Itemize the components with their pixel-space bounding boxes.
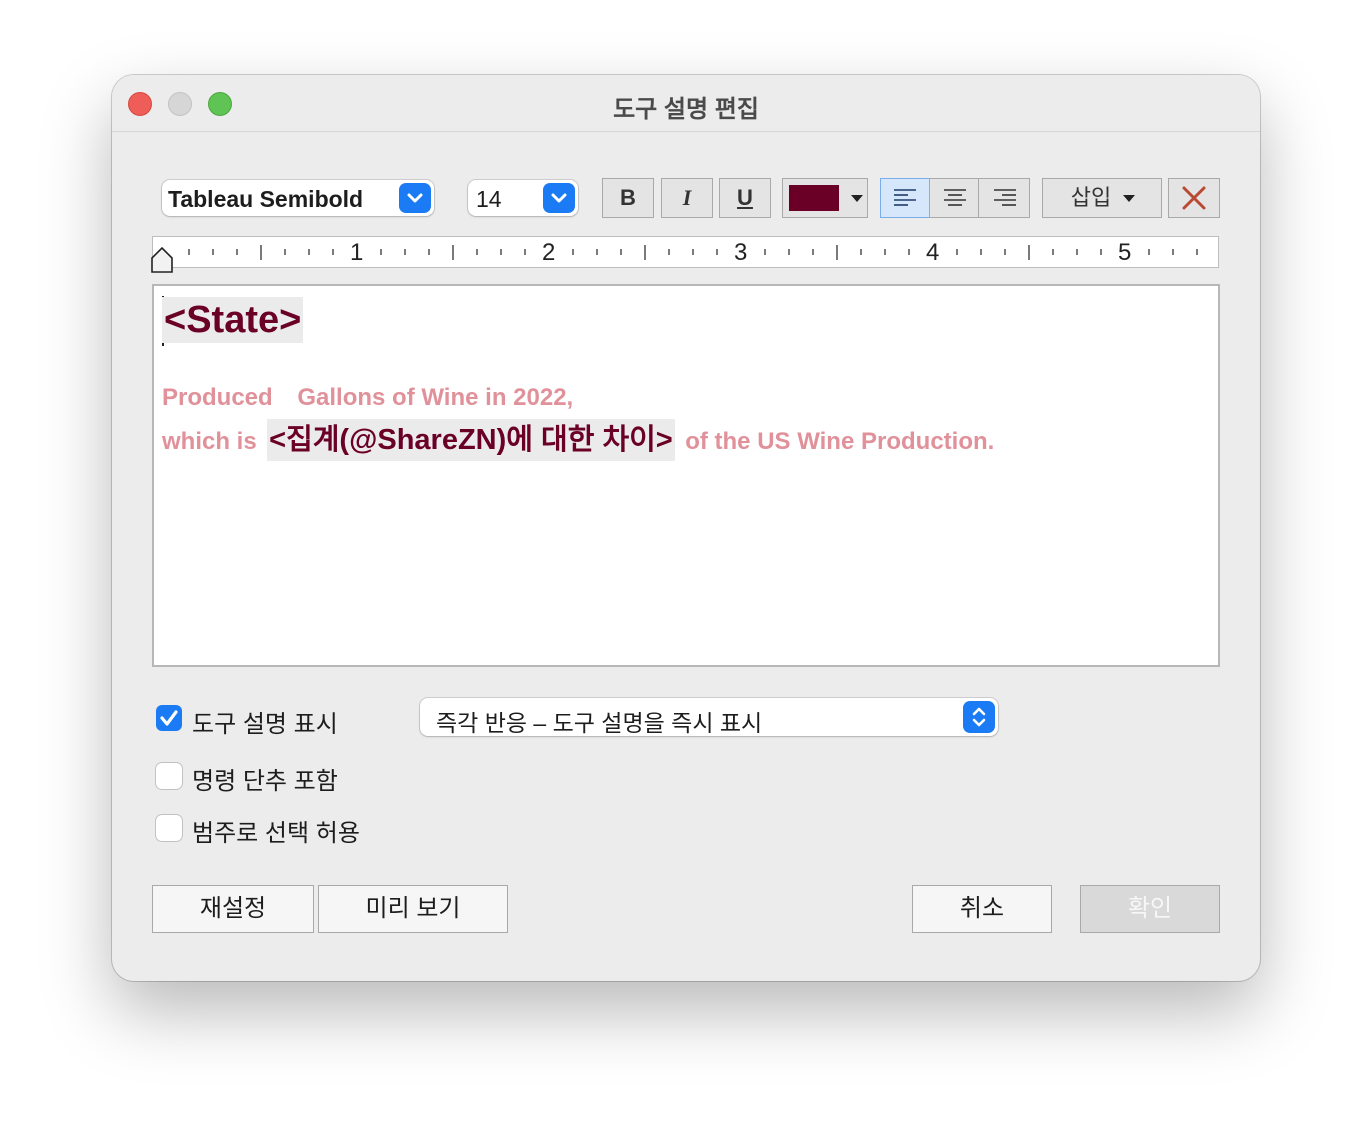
tooltip-mode-select[interactable]: 즉각 반응 – 도구 설명을 즉시 표시: [420, 698, 998, 736]
font-family-select[interactable]: Tableau Semibold: [162, 180, 434, 216]
chevron-down-icon[interactable]: [399, 183, 431, 213]
align-center-icon: [944, 189, 966, 206]
allow-category-select-checkbox[interactable]: [156, 815, 182, 841]
caret-down-icon: [851, 195, 863, 202]
align-left-icon: [894, 189, 916, 206]
cancel-button[interactable]: 취소: [912, 885, 1052, 933]
preview-label: 미리 보기: [365, 895, 461, 922]
ruler-label-3: 3: [734, 239, 748, 266]
include-commands-label[interactable]: 명령 단추 포함: [192, 761, 338, 796]
editor-line-title: <State>: [162, 294, 304, 346]
tooltip-text-editor[interactable]: <State> Produced Gallons of Wine in 2022…: [152, 284, 1220, 667]
checkmark-icon: [160, 710, 178, 726]
ruler-label-2: 2: [542, 239, 556, 266]
ruler-label-5: 5: [1118, 239, 1132, 266]
insert-label: 삽입: [1070, 185, 1112, 210]
reset-label: 재설정: [199, 895, 267, 922]
ruler-label-4: 4: [926, 239, 940, 266]
bold-button[interactable]: B: [602, 178, 654, 218]
allow-category-select-label[interactable]: 범주로 선택 허용: [192, 813, 360, 848]
align-right-icon: [994, 189, 1016, 206]
text-produced: Produced: [162, 384, 273, 411]
color-swatch: [789, 185, 839, 211]
bold-label: B: [620, 185, 636, 210]
font-size-value: 14: [476, 186, 502, 212]
text-gallons: Gallons of Wine in 2022,: [297, 384, 574, 411]
ruler-ticks: [188, 245, 1198, 260]
align-left-button[interactable]: [880, 178, 930, 218]
title-bar: 도구 설명 편집: [112, 75, 1260, 132]
preview-button[interactable]: 미리 보기: [318, 885, 508, 933]
tooltip-mode-value: 즉각 반응 – 도구 설명을 즉시 표시: [436, 710, 763, 736]
font-size-select[interactable]: 14: [468, 180, 578, 216]
chevron-down-icon[interactable]: [543, 183, 575, 213]
show-tooltip-label[interactable]: 도구 설명 표시: [192, 704, 338, 739]
underline-button[interactable]: U: [719, 178, 771, 218]
italic-label: I: [682, 185, 692, 210]
edit-tooltip-dialog: 도구 설명 편집 Tableau Semibold 14 B I U 삽입 1 …: [112, 75, 1260, 981]
text-of-us-production: of the US Wine Production.: [685, 428, 995, 455]
caret-down-icon: [1123, 195, 1135, 202]
ok-label: 확인: [1127, 895, 1173, 922]
window-title: 도구 설명 편집: [613, 96, 759, 123]
x-icon: [1182, 186, 1206, 210]
text-color-picker[interactable]: [782, 178, 868, 218]
indent-marker-icon[interactable]: [151, 247, 173, 273]
ruler: 1 2 3 4 5: [151, 236, 1219, 273]
editor-line-1: Produced Gallons of Wine in 2022,: [162, 384, 573, 412]
include-commands-checkbox[interactable]: [156, 763, 182, 789]
align-right-button[interactable]: [978, 178, 1030, 218]
share-field-chip[interactable]: <집계(@ShareZN)에 대한 차이>: [267, 419, 675, 461]
font-family-value: Tableau Semibold: [168, 186, 364, 212]
insert-menu-button[interactable]: 삽입: [1042, 178, 1162, 218]
ok-button[interactable]: 확인: [1080, 885, 1220, 933]
italic-button[interactable]: I: [661, 178, 713, 218]
reset-button[interactable]: 재설정: [152, 885, 314, 933]
editor-line-2: which is <집계(@ShareZN)에 대한 차이> of the US…: [162, 418, 994, 467]
show-tooltip-checkbox[interactable]: [156, 705, 182, 731]
cancel-label: 취소: [959, 895, 1005, 922]
ruler-label-1: 1: [350, 239, 364, 266]
clear-formatting-button[interactable]: [1168, 178, 1220, 218]
underline-label: U: [737, 185, 753, 210]
updown-chevron-icon[interactable]: [963, 701, 995, 733]
state-field-chip[interactable]: <State>: [162, 297, 304, 343]
align-center-button[interactable]: [929, 178, 979, 218]
text-which-is: which is: [162, 428, 257, 455]
